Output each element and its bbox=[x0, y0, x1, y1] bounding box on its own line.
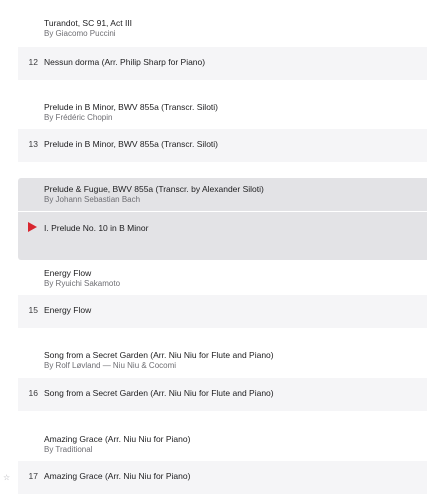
work-artist: By Rolf Løvland — Niu Niu & Cocomi bbox=[44, 361, 177, 370]
work-artist: By Frédéric Chopin bbox=[44, 113, 113, 122]
work-title: Energy Flow bbox=[44, 268, 92, 278]
work-header[interactable]: Song from a Secret Garden (Arr. Niu Niu … bbox=[0, 328, 427, 378]
work-artist: By Johann Sebastian Bach bbox=[44, 195, 141, 204]
work-header[interactable]: Amazing Grace (Arr. Niu Niu for Piano) B… bbox=[0, 411, 427, 461]
work-header[interactable]: Energy Flow By Ryuichi Sakamoto bbox=[0, 262, 427, 295]
track-number: 17 bbox=[28, 471, 38, 481]
track-row[interactable]: 15 Energy Flow bbox=[18, 295, 427, 328]
work-title: Song from a Secret Garden (Arr. Niu Niu … bbox=[44, 350, 274, 360]
track-row[interactable]: 13 Prelude in B Minor, BWV 855a (Transcr… bbox=[18, 129, 427, 162]
work-title: Prelude in B Minor, BWV 855a (Transcr. S… bbox=[44, 102, 219, 112]
track-row[interactable]: 12 Nessun dorma (Arr. Philip Sharp for P… bbox=[18, 47, 427, 80]
now-playing-group[interactable]: Prelude & Fugue, BWV 855a (Transcr. by A… bbox=[18, 178, 427, 260]
work-title: Turandot, SC 91, Act III bbox=[44, 18, 133, 28]
track-title: Prelude in B Minor, BWV 855a (Transcr. S… bbox=[44, 139, 219, 149]
track-title: Song from a Secret Garden (Arr. Niu Niu … bbox=[44, 388, 274, 398]
work-artist: By Traditional bbox=[44, 445, 93, 454]
work-title: Prelude & Fugue, BWV 855a (Transcr. by A… bbox=[44, 184, 264, 194]
track-title: Energy Flow bbox=[44, 305, 92, 315]
track-row[interactable]: 17 Amazing Grace (Arr. Niu Niu for Piano… bbox=[18, 461, 427, 494]
track-title: I. Prelude No. 10 in B Minor bbox=[44, 223, 149, 233]
work-title: Amazing Grace (Arr. Niu Niu for Piano) bbox=[44, 434, 191, 444]
track-number: 15 bbox=[28, 305, 38, 315]
work-artist: By Giacomo Puccini bbox=[44, 29, 116, 38]
track-number: 16 bbox=[28, 388, 38, 398]
work-header[interactable]: Prelude in B Minor, BWV 855a (Transcr. S… bbox=[0, 80, 427, 129]
track-title: Nessun dorma (Arr. Philip Sharp for Pian… bbox=[44, 57, 206, 67]
track-number: 13 bbox=[28, 139, 38, 149]
track-row-playing[interactable]: I. Prelude No. 10 in B Minor bbox=[18, 212, 427, 246]
work-header[interactable]: Turandot, SC 91, Act III By Giacomo Pucc… bbox=[0, 0, 427, 46]
star-icon[interactable]: ☆ bbox=[3, 473, 10, 482]
play-icon[interactable] bbox=[28, 222, 37, 232]
track-list: Turandot, SC 91, Act III By Giacomo Pucc… bbox=[0, 0, 427, 500]
track-row[interactable]: 16 Song from a Secret Garden (Arr. Niu N… bbox=[18, 378, 427, 411]
track-number: 12 bbox=[28, 57, 38, 67]
work-artist: By Ryuichi Sakamoto bbox=[44, 279, 121, 288]
track-title: Amazing Grace (Arr. Niu Niu for Piano) bbox=[44, 471, 191, 481]
